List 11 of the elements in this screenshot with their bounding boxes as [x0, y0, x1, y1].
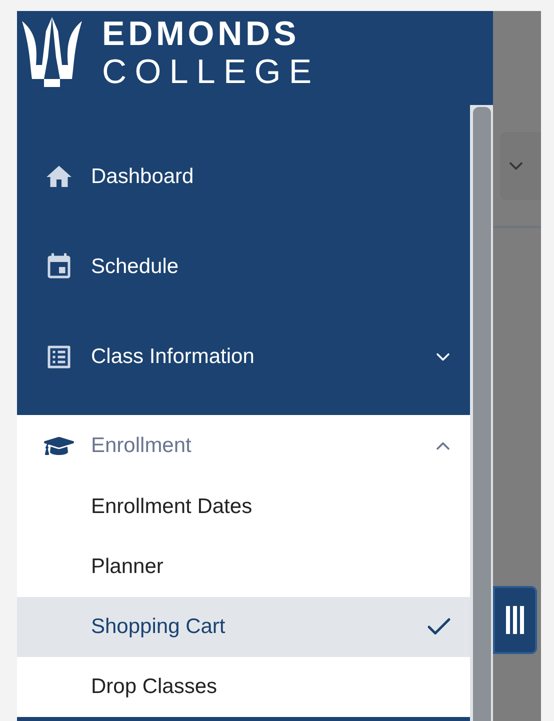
submenu-item[interactable]: Shopping Cart	[17, 597, 470, 657]
columns-button[interactable]	[493, 586, 537, 654]
trident-logo-icon	[20, 17, 84, 89]
columns-icon	[505, 606, 525, 634]
nav-item[interactable]: Class Information	[17, 312, 470, 402]
nav-item[interactable]: Dashboard	[17, 132, 470, 222]
logo-subtitle: COLLEGE	[102, 55, 320, 89]
dropdown-field[interactable]	[500, 132, 541, 200]
nav-item[interactable]: Enrollment	[17, 415, 470, 477]
logo-wordmark: EDMONDS	[102, 17, 301, 51]
nav-item[interactable]: Schedule	[17, 222, 470, 312]
